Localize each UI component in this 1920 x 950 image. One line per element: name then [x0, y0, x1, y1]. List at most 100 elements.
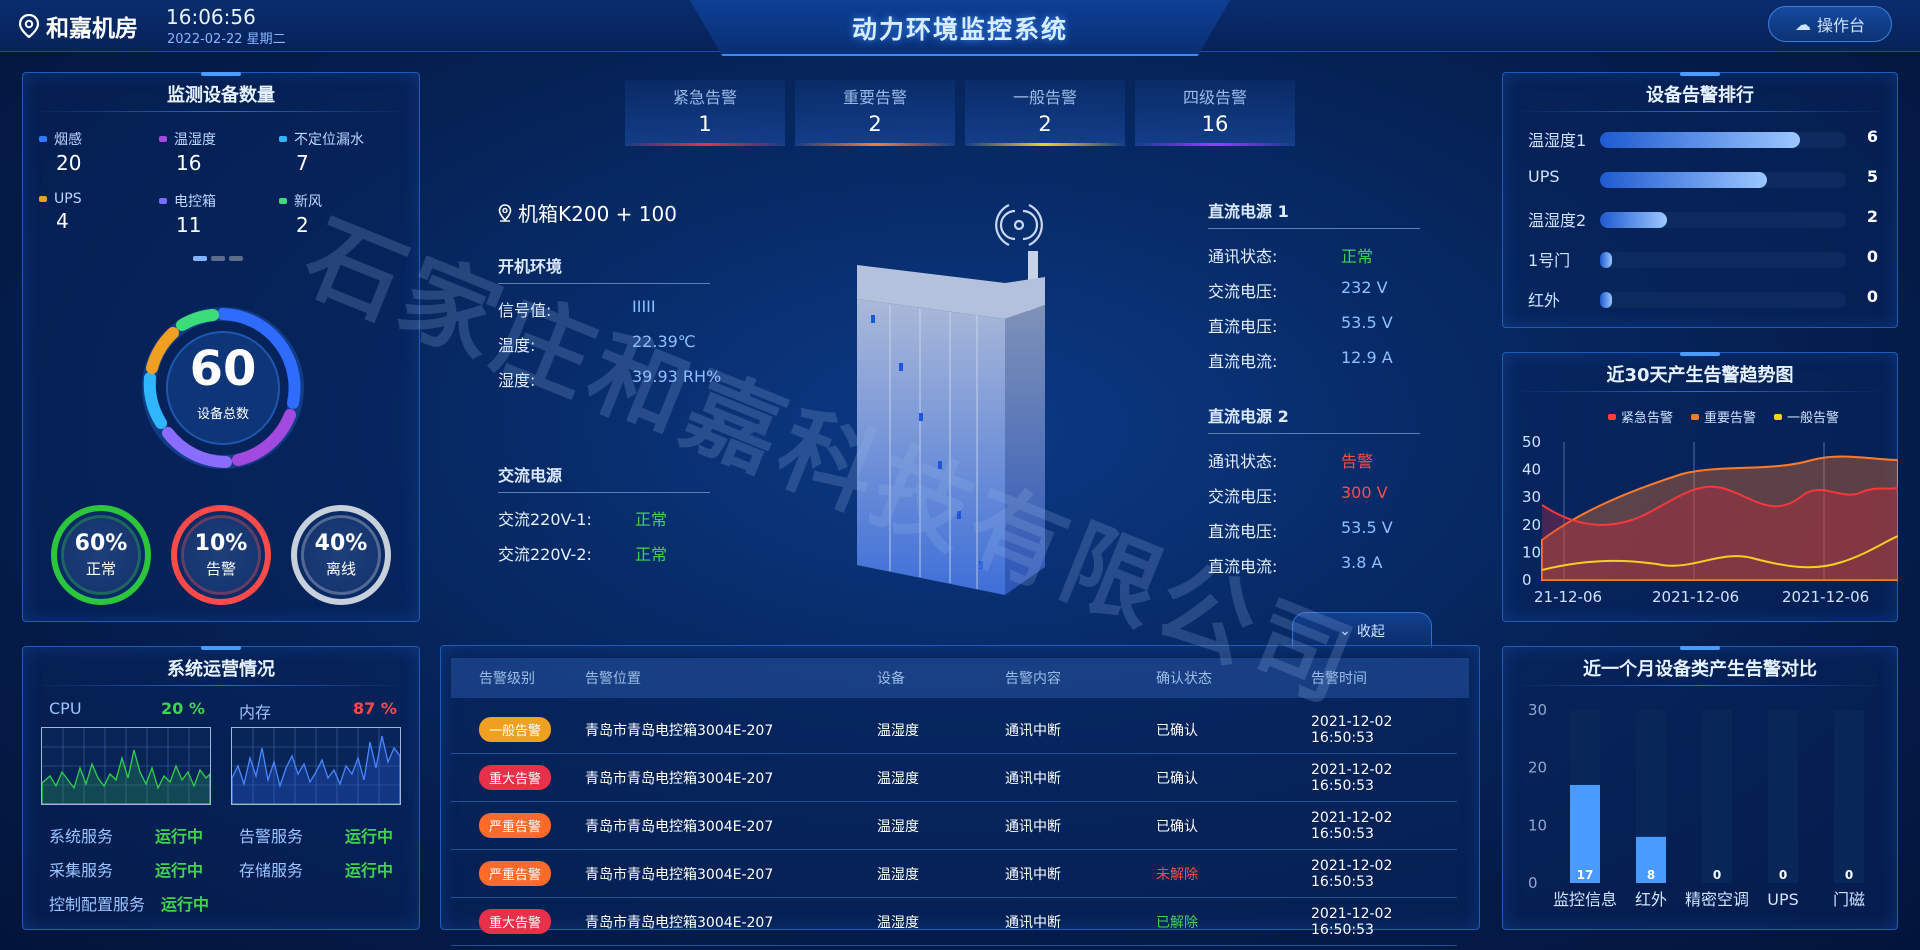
- service-label: 告警服务: [239, 827, 304, 846]
- column-header[interactable]: 告警时间: [1311, 658, 1367, 698]
- table-row[interactable]: 严重告警 青岛市青岛电控箱3004E-207 温湿度 通讯中断 未解除 2021-12-0…: [451, 850, 1457, 898]
- device-type-name: 温湿度: [174, 132, 216, 148]
- legend-item[interactable]: 重要告警: [1691, 407, 1756, 426]
- ranking-track: [1600, 252, 1846, 268]
- ac1-value: 正常: [635, 510, 668, 529]
- table-row[interactable]: 严重告警 青岛市青岛电控箱3004E-207 温湿度 通讯中断 已确认 2021-12-0…: [451, 802, 1457, 850]
- device-count-item[interactable]: 温湿度 16: [159, 129, 269, 175]
- alarm-level-bar: [795, 143, 955, 146]
- pager-dot[interactable]: [229, 256, 243, 261]
- total-label: 设备总数: [196, 407, 249, 422]
- y-tick-label: 30: [1528, 701, 1547, 719]
- cabinet-name: 机箱K200 + 100: [518, 202, 677, 226]
- device-cell: 温湿度: [877, 914, 919, 931]
- bar-value-label: 17: [1577, 868, 1594, 882]
- pager[interactable]: [193, 256, 243, 261]
- humidity-value: 39.93 RH%: [632, 367, 722, 386]
- device-count-item[interactable]: 烟感 20: [39, 129, 149, 175]
- dc-metric-label: 直流电流:: [1208, 352, 1278, 371]
- legend-item[interactable]: 紧急告警: [1608, 407, 1673, 426]
- alarm-level-tab[interactable]: 重要告警 2: [795, 80, 955, 146]
- ac-title: 交流电源: [498, 466, 563, 485]
- level-cell: 重大告警: [479, 754, 552, 801]
- service-label: 存储服务: [239, 861, 304, 880]
- column-header[interactable]: 设备: [877, 658, 905, 698]
- page-title: 动力环境监控系统: [851, 15, 1068, 44]
- content-cell: 通讯中断: [1005, 722, 1061, 739]
- section-divider: [498, 492, 710, 493]
- category-label: 门磁: [1833, 890, 1865, 909]
- ranking-row[interactable]: 1号门 0: [1528, 247, 1878, 271]
- alarm-level-count: 2: [1038, 112, 1052, 136]
- alarm-level-name: 紧急告警: [672, 88, 737, 107]
- level-cell: 严重告警: [479, 850, 552, 897]
- legend-item[interactable]: 一般告警: [1774, 407, 1839, 426]
- section-divider: [498, 283, 710, 284]
- ops-console-button[interactable]: ☁ 操作台: [1768, 6, 1892, 42]
- alarm-level-badge: 严重告警: [479, 861, 552, 886]
- table-header: 告警级别 告警位置 设备 告警内容 确认状态 告警时间: [451, 658, 1469, 698]
- y-tick-label: 20: [1522, 516, 1541, 534]
- dc-metric-value: 232 V: [1341, 278, 1388, 297]
- ranking-name: 红外: [1528, 291, 1561, 310]
- device-count-label: UPS: [39, 191, 149, 207]
- compare-chart: 30 20 10 0 17 监控信息 8 红外 0 精密空调 0 UPS 0 门磁: [1528, 701, 1865, 909]
- ranking-fill: [1600, 292, 1612, 308]
- device-count-label: 温湿度: [159, 129, 269, 149]
- bar-value-label: 0: [1845, 868, 1853, 882]
- category-label: 监控信息: [1553, 890, 1617, 909]
- bar-track: [1768, 710, 1798, 883]
- alarm-level-tab[interactable]: 四级告警 16: [1135, 80, 1295, 146]
- dc-metric-value: 3.8 A: [1341, 553, 1383, 572]
- column-header[interactable]: 告警位置: [585, 658, 641, 698]
- device-count-item[interactable]: 电控箱 11: [159, 191, 269, 237]
- column-header[interactable]: 告警级别: [479, 658, 535, 698]
- device-count-item[interactable]: UPS 4: [39, 191, 149, 233]
- device-count-item[interactable]: 不定位漏水 7: [279, 129, 389, 175]
- y-tick-label: 10: [1528, 816, 1547, 834]
- table-row[interactable]: 重大告警 青岛市青岛电控箱3004E-207 温湿度 通讯中断 已确认 2021-12-0…: [451, 754, 1457, 802]
- status-cell: 已确认: [1156, 770, 1198, 787]
- legend-dot: [39, 136, 47, 142]
- legend-dot: [159, 198, 167, 204]
- collapse-label: 收起: [1356, 623, 1385, 640]
- ranking-row[interactable]: UPS 5: [1528, 167, 1878, 191]
- device-count-item[interactable]: 新风 2: [279, 191, 389, 237]
- env-title: 开机环境: [498, 257, 563, 276]
- column-header[interactable]: 确认状态: [1156, 658, 1212, 698]
- service-label: 控制配置服务: [49, 895, 146, 914]
- alarm-level-name: 一般告警: [1012, 88, 1077, 107]
- legend-swatch: [1691, 413, 1700, 420]
- ranking-value: 0: [1866, 287, 1878, 306]
- location[interactable]: 和嘉机房: [18, 9, 138, 43]
- column-header[interactable]: 告警内容: [1005, 658, 1061, 698]
- dc-metric-label: 通讯状态:: [1208, 452, 1278, 471]
- alarm-level-tab[interactable]: 紧急告警 1: [625, 80, 785, 146]
- cpu-sparkline: [41, 728, 211, 805]
- pager-dot[interactable]: [193, 256, 207, 261]
- device-count-value: 7: [296, 151, 309, 175]
- status-cell: 已确认: [1156, 722, 1198, 739]
- collapse-button[interactable]: ⌄ 收起: [1292, 612, 1432, 648]
- legend-label: 一般告警: [1787, 411, 1840, 426]
- dc-metric-label: 直流电压:: [1208, 317, 1278, 336]
- status-circle: 40% 离线: [291, 505, 391, 605]
- x-tick-label: 21-12-06: [1534, 588, 1602, 606]
- table-row[interactable]: 一般告警 青岛市青岛电控箱3004E-207 温湿度 通讯中断 已确认 2021-12-0…: [451, 706, 1457, 754]
- dc-metric-value: 12.9 A: [1341, 348, 1393, 367]
- ranking-row[interactable]: 红外 0: [1528, 287, 1878, 311]
- location-cell: 青岛市青岛电控箱3004E-207: [585, 770, 774, 787]
- table-row[interactable]: 重大告警 青岛市青岛电控箱3004E-207 温湿度 通讯中断 已解除 2021-12-0…: [451, 898, 1457, 946]
- alarm-level-tab[interactable]: 一般告警 2: [965, 80, 1125, 146]
- legend-label: 紧急告警: [1621, 411, 1674, 426]
- pager-dot[interactable]: [211, 256, 225, 261]
- dc-metric-value: 53.5 V: [1341, 518, 1393, 537]
- x-tick-label: 2021-12-06: [1782, 588, 1869, 606]
- alarm-level-bar: [625, 143, 785, 146]
- device-cell: 温湿度: [877, 770, 919, 787]
- device-type-name: 新风: [294, 194, 322, 210]
- ranking-row[interactable]: 温湿度2 2: [1528, 207, 1878, 231]
- ranking-value: 6: [1866, 127, 1878, 146]
- ranking-value: 5: [1866, 167, 1878, 186]
- ranking-row[interactable]: 温湿度1 6: [1528, 127, 1878, 151]
